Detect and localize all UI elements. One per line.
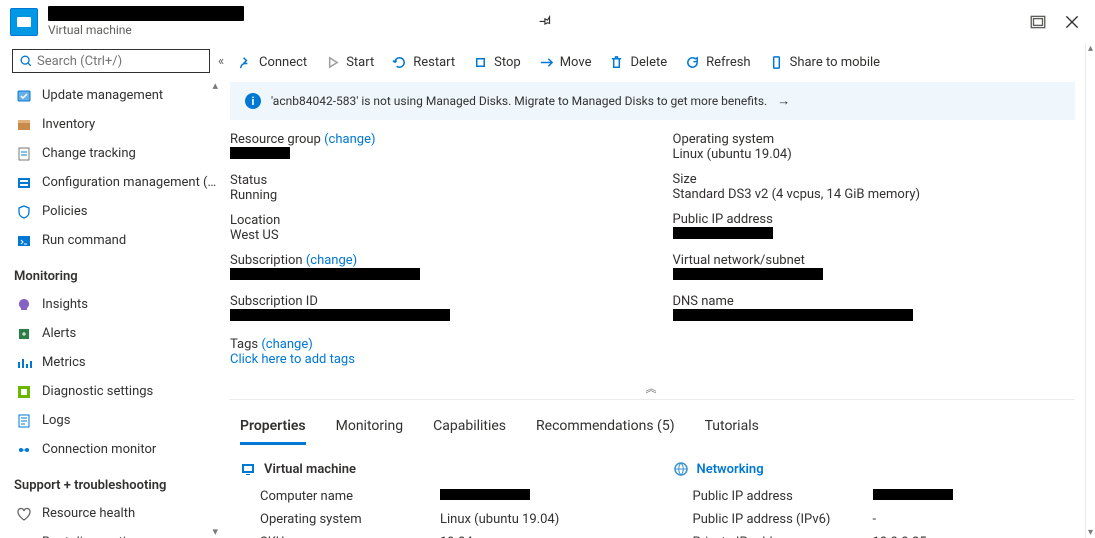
networking-icon [673, 461, 689, 477]
detail-tabs: Properties Monitoring Capabilities Recom… [230, 410, 1075, 445]
sidebar-group-monitoring: Monitoring [0, 257, 220, 288]
vm-small-icon [240, 461, 256, 477]
content-scrollbar[interactable] [1085, 43, 1095, 538]
move-button[interactable]: Move [531, 51, 600, 74]
computer-name-redacted [440, 489, 530, 500]
net-public-ip-redacted [873, 489, 953, 500]
status-label: Status [230, 173, 633, 188]
scroll-up-icon[interactable]: ▴ [212, 79, 218, 92]
public-ip-redacted [673, 227, 773, 239]
status-value: Running [230, 188, 633, 203]
tab-recommendations[interactable]: Recommendations (5) [536, 412, 675, 445]
start-button[interactable]: Start [317, 51, 382, 74]
subscription-redacted [230, 268, 420, 280]
search-input[interactable] [37, 54, 203, 69]
nav-scroll[interactable]: ▴ Update management Inventory Change tra… [0, 79, 220, 538]
sidebar-item-inventory[interactable]: Inventory [0, 110, 220, 139]
delete-button[interactable]: Delete [601, 51, 675, 74]
restart-button[interactable]: Restart [384, 51, 463, 74]
networking-link[interactable]: Networking [697, 462, 764, 477]
command-bar: Connect Start Restart Stop Move Delete R… [230, 47, 1075, 82]
tab-tutorials[interactable]: Tutorials [705, 412, 759, 445]
sidebar-item-change-tracking[interactable]: Change tracking [0, 139, 220, 168]
share-to-mobile-button[interactable]: Share to mobile [761, 51, 888, 74]
sidebar-item-run-command[interactable]: Run command [0, 226, 220, 255]
location-value: West US [230, 228, 633, 243]
search-box[interactable] [12, 49, 210, 73]
change-resource-group-link[interactable]: (change) [324, 132, 375, 147]
collapse-essentials-icon[interactable]: ︽ [230, 377, 1075, 400]
subscription-id-redacted [230, 309, 450, 321]
sidebar-item-boot-diagnostics[interactable]: Boot diagnostics [0, 528, 220, 538]
fullscreen-icon[interactable] [1029, 13, 1047, 31]
sidebar-item-update-management[interactable]: Update management [0, 81, 220, 110]
managed-disks-banner[interactable]: i 'acnb84042-583' is not using Managed D… [230, 82, 1075, 120]
sidebar: « ▴ Update management Inventory Change t… [0, 43, 220, 538]
sidebar-item-alerts[interactable]: Alerts [0, 319, 220, 348]
close-icon[interactable] [1063, 13, 1081, 31]
size-value: Standard DS3 v2 (4 vcpus, 14 GiB memory) [673, 187, 1076, 202]
section-networking: Networking Public IP address Public IP a… [673, 461, 1066, 538]
sidebar-group-support: Support + troubleshooting [0, 466, 220, 497]
subscription-id-label: Subscription ID [230, 294, 633, 309]
sidebar-item-insights[interactable]: Insights [0, 290, 220, 319]
tab-properties[interactable]: Properties [240, 412, 306, 445]
refresh-button[interactable]: Refresh [677, 51, 758, 74]
section-virtual-machine: Virtual machine Computer name Operating … [240, 461, 633, 538]
tab-monitoring[interactable]: Monitoring [336, 412, 404, 445]
sidebar-item-connection-monitor[interactable]: Connection monitor [0, 435, 220, 464]
resource-type-label: Virtual machine [48, 23, 526, 37]
sidebar-item-resource-health[interactable]: Resource health [0, 499, 220, 528]
vnet-redacted [673, 268, 823, 280]
sidebar-item-diagnostic-settings[interactable]: Diagnostic settings [0, 377, 220, 406]
info-icon: i [245, 93, 261, 109]
dns-label: DNS name [673, 294, 1076, 309]
change-subscription-link[interactable]: (change) [306, 253, 357, 268]
scroll-down-icon[interactable]: ▾ [212, 525, 218, 538]
location-label: Location [230, 213, 633, 228]
overview-essentials: Resource group (change) Status Running L… [230, 132, 1075, 377]
public-ip-label: Public IP address [673, 212, 1076, 227]
sidebar-item-logs[interactable]: Logs [0, 406, 220, 435]
resource-group-redacted [230, 147, 290, 159]
resource-title-redacted [48, 6, 244, 21]
tab-capabilities[interactable]: Capabilities [433, 412, 506, 445]
pin-icon[interactable] [531, 9, 555, 33]
size-label: Size [673, 172, 1076, 187]
change-tags-link[interactable]: (change) [261, 337, 312, 352]
sidebar-item-metrics[interactable]: Metrics [0, 348, 220, 377]
os-value: Linux (ubuntu 19.04) [673, 147, 1076, 162]
page-header: Virtual machine [0, 0, 1095, 43]
dns-redacted [673, 309, 913, 321]
vnet-label: Virtual network/subnet [673, 253, 1076, 268]
connect-button[interactable]: Connect [230, 51, 315, 74]
stop-button[interactable]: Stop [465, 51, 529, 74]
vm-resource-icon [10, 8, 38, 36]
add-tags-link[interactable]: Click here to add tags [230, 352, 355, 367]
os-label: Operating system [673, 132, 1076, 147]
main-content: Connect Start Restart Stop Move Delete R… [220, 43, 1085, 538]
search-icon [19, 54, 33, 68]
arrow-right-icon: → [777, 93, 790, 109]
sidebar-item-policies[interactable]: Policies [0, 197, 220, 226]
sidebar-item-configuration-management[interactable]: Configuration management (… [0, 168, 220, 197]
